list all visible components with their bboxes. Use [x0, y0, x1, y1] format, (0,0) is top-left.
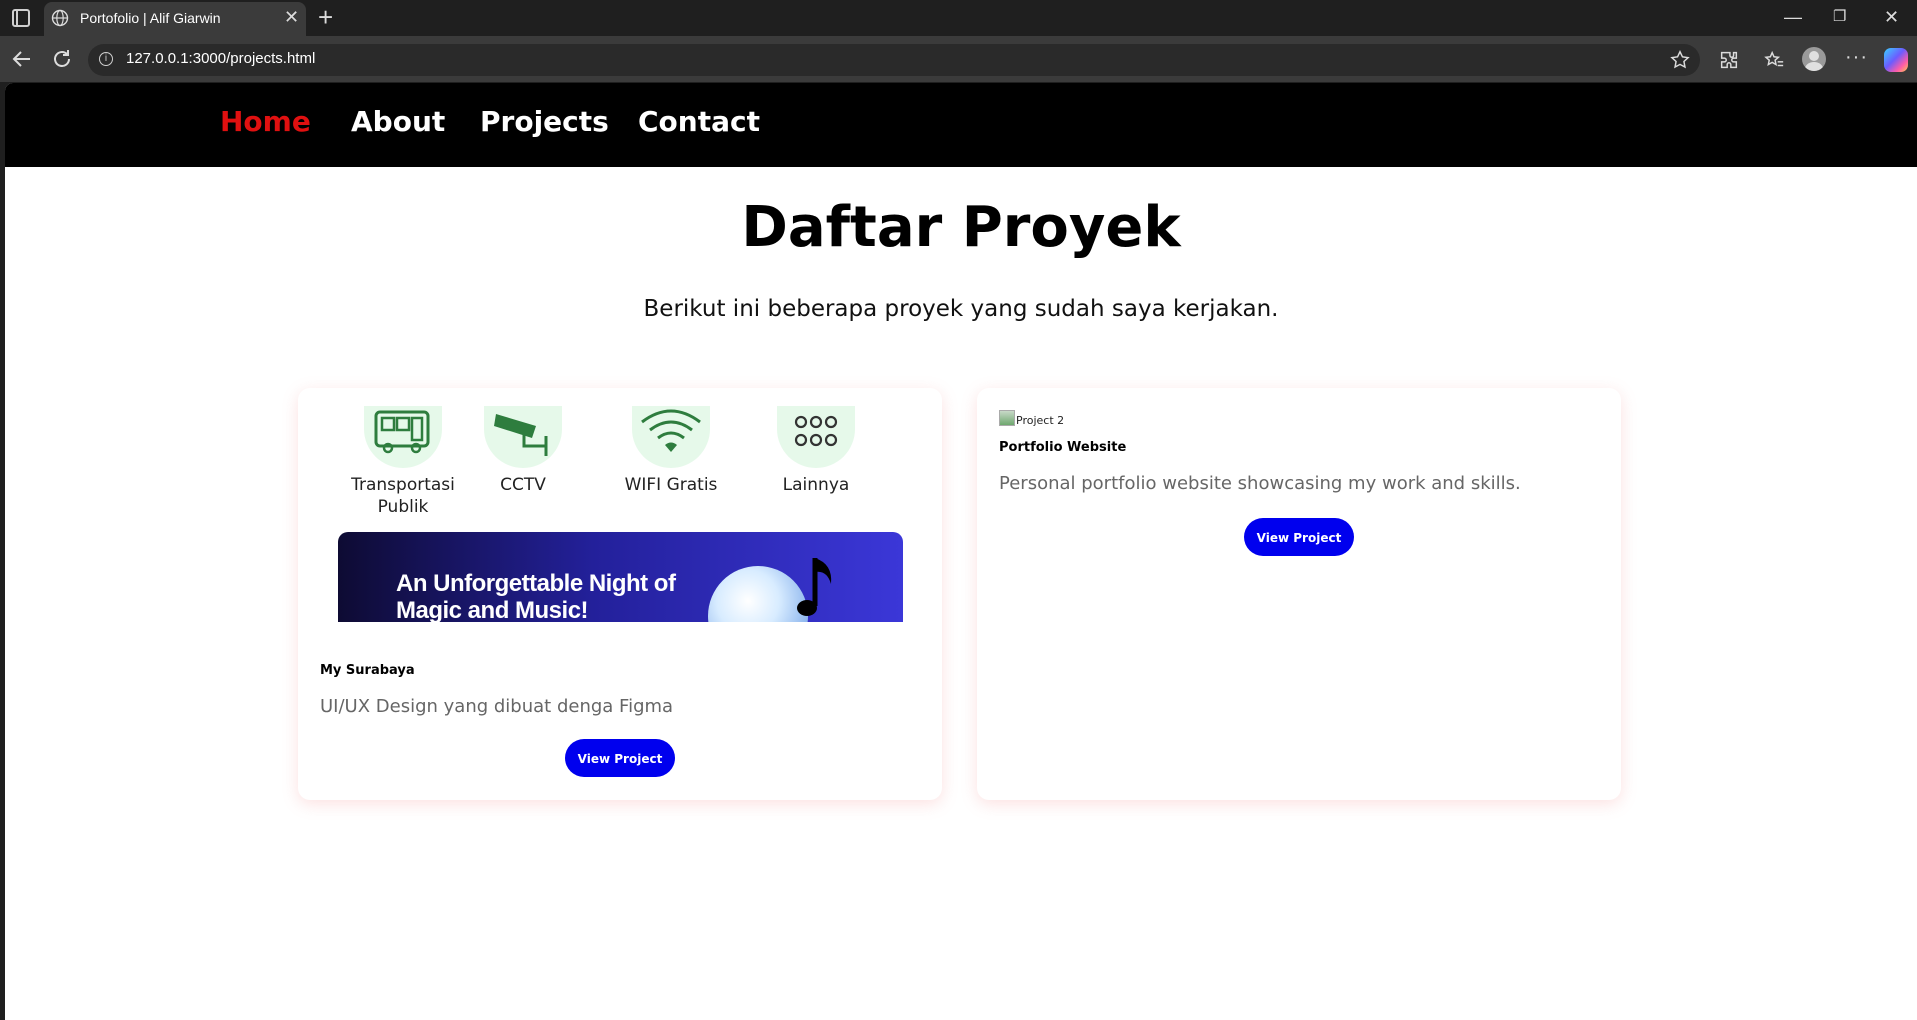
site-navbar: Home About Projects Contact: [5, 83, 1917, 167]
favorites-icon[interactable]: [1763, 49, 1785, 71]
site-info-icon[interactable]: i: [99, 52, 113, 66]
more-dots-icon: [777, 406, 855, 468]
project-title: My Surabaya: [320, 663, 415, 678]
project-1-image: Transportasi Publik CCTV WIFI Gratis Lai…: [338, 406, 903, 622]
reload-icon[interactable]: [50, 47, 74, 71]
event-banner: An Unforgettable Night of Magic and Musi…: [338, 532, 903, 622]
music-note-icon: [797, 558, 832, 616]
view-project-button[interactable]: View Project: [1244, 518, 1354, 556]
feature-cctv: CCTV: [468, 406, 578, 496]
back-arrow-icon[interactable]: [10, 47, 34, 71]
feature-wifi: WIFI Gratis: [616, 406, 726, 496]
globe-icon: [51, 9, 69, 27]
tab-actions-icon[interactable]: [12, 9, 30, 27]
page-title: Daftar Proyek: [741, 195, 1181, 260]
bus-icon: [364, 406, 442, 468]
tab-close-icon[interactable]: ✕: [284, 7, 299, 27]
nav-contact-link[interactable]: Contact: [638, 105, 760, 138]
window-close-icon[interactable]: ✕: [1884, 6, 1899, 28]
project-card-portfolio-website: Project 2 Portfolio Website Personal por…: [977, 388, 1621, 800]
image-alt-text: Project 2: [1016, 414, 1065, 427]
banner-text: An Unforgettable Night of Magic and Musi…: [396, 570, 676, 622]
page-viewport: Home About Projects Contact Daftar Proye…: [5, 83, 1917, 1020]
profile-avatar-icon[interactable]: [1802, 47, 1826, 71]
project-description: Personal portfolio website showcasing my…: [999, 473, 1521, 494]
tab-title: Portofolio | Alif Giarwin: [80, 10, 221, 26]
feature-label: WIFI Gratis: [624, 475, 718, 495]
wifi-icon: [632, 406, 710, 468]
extensions-icon[interactable]: [1718, 49, 1740, 71]
feature-label: Lainnya: [782, 475, 850, 495]
new-tab-icon[interactable]: +: [318, 4, 333, 30]
copilot-icon[interactable]: [1884, 48, 1908, 72]
feature-label: Transportasi Publik: [351, 475, 455, 517]
nav-projects-link[interactable]: Projects: [480, 105, 609, 138]
star-favorite-icon[interactable]: [1669, 49, 1691, 71]
minimize-icon[interactable]: —: [1784, 6, 1802, 28]
feature-transport: Transportasi Publik: [348, 406, 458, 518]
project-description: UI/UX Design yang dibuat denga Figma: [320, 696, 674, 717]
view-project-button[interactable]: View Project: [565, 739, 675, 777]
feature-label: CCTV: [500, 475, 546, 495]
nav-home-link[interactable]: Home: [220, 105, 311, 138]
page-subtitle: Berikut ini beberapa proyek yang sudah s…: [643, 296, 1279, 322]
cctv-icon: [484, 406, 562, 468]
feature-lainnya: Lainnya: [761, 406, 871, 496]
restore-icon[interactable]: ❐: [1833, 6, 1846, 28]
url-text[interactable]: 127.0.0.1:3000/projects.html: [126, 50, 315, 67]
broken-image: Project 2: [999, 410, 1064, 427]
address-bar[interactable]: [88, 44, 1700, 76]
more-menu-icon[interactable]: ···: [1845, 46, 1868, 69]
project-title: Portfolio Website: [999, 440, 1127, 455]
broken-image-icon: [999, 410, 1015, 426]
browser-tab-bar: Portofolio | Alif Giarwin ✕ + — ❐ ✕: [0, 0, 1917, 36]
nav-about-link[interactable]: About: [351, 105, 445, 138]
project-card-my-surabaya: Transportasi Publik CCTV WIFI Gratis Lai…: [298, 388, 942, 800]
